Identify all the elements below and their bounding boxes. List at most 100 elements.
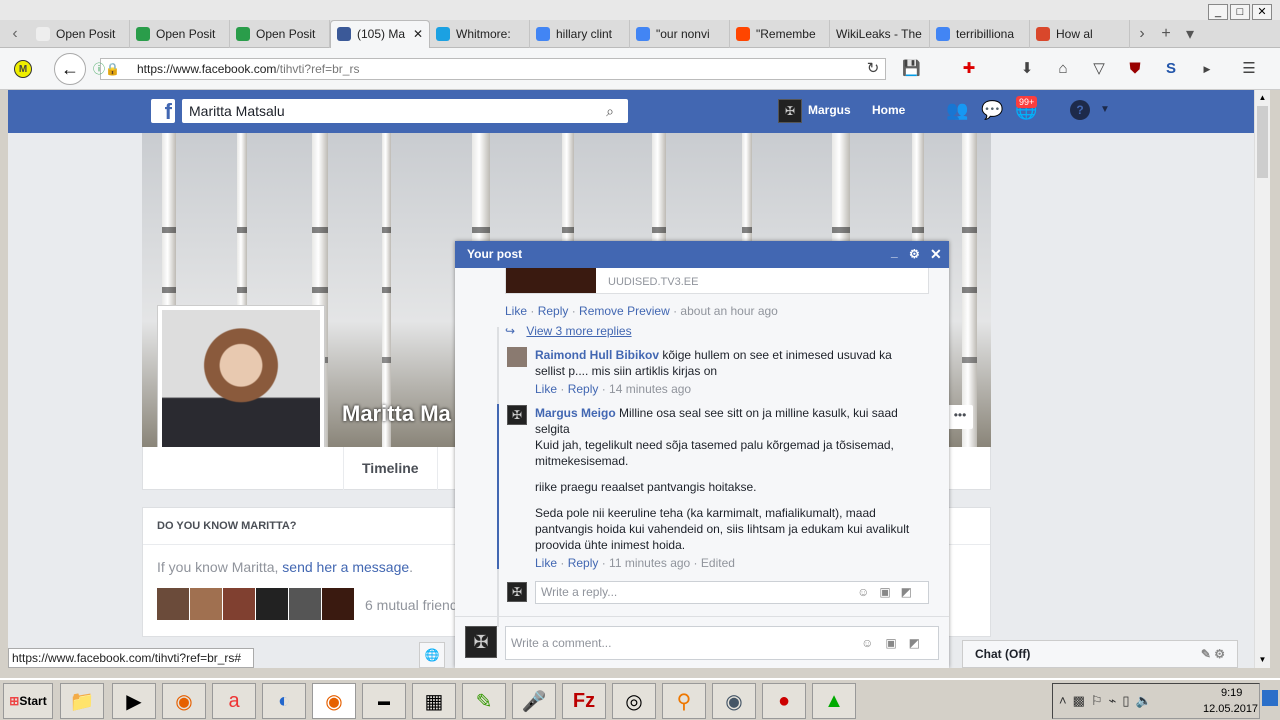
emoji-camera-sticker-icons[interactable]: ☺▣◩	[861, 627, 932, 659]
taskbar-search-app[interactable]: ⚲	[662, 683, 706, 719]
link-preview[interactable]: UUDISED.TV3.EE	[505, 268, 929, 294]
clock-date[interactable]: 12.05.2017	[1203, 703, 1258, 715]
s-extension-icon[interactable]: S	[1162, 60, 1180, 78]
like-link[interactable]: Like	[535, 382, 557, 396]
view-more-replies-link[interactable]: View 3 more replies	[526, 324, 631, 338]
friend-requests-icon[interactable]: 👥	[946, 100, 968, 121]
taskbar-notepad[interactable]: ✎	[462, 683, 506, 719]
search-icon[interactable]: ⌕	[606, 99, 614, 123]
close-tab-icon[interactable]: ✕	[413, 27, 423, 41]
friend-thumb[interactable]	[157, 588, 189, 620]
address-bar[interactable]: ⓘ🔒 https://www.facebook.com/tihvti?ref=br…	[93, 58, 886, 80]
friend-thumb[interactable]	[322, 588, 354, 620]
taskbar-firefox[interactable]: ◉	[162, 683, 206, 719]
taskbar-paint-app[interactable]: ▲	[812, 683, 856, 719]
more-options-button[interactable]: •••	[947, 405, 973, 429]
start-button[interactable]: ⊞ Start	[3, 683, 53, 719]
account-dropdown-icon[interactable]: ▼	[1100, 104, 1110, 115]
reply-link[interactable]: Reply	[568, 556, 599, 570]
save-icon[interactable]: 💾	[902, 60, 921, 78]
chat-sidebar-bar[interactable]: Chat (Off) ✎ ⚙	[962, 640, 1238, 668]
comment-input[interactable]: Write a comment... ☺▣◩	[505, 626, 939, 660]
mutual-friends-count[interactable]: 6 mutual friend	[365, 597, 458, 613]
close-window-button[interactable]: ✕	[1252, 4, 1272, 20]
scroll-tabs-right-icon[interactable]: ›	[1130, 25, 1154, 43]
taskbar-app-pipes[interactable]: ◎	[612, 683, 656, 719]
globe-icon[interactable]: 🌐	[419, 642, 445, 668]
ublock-icon[interactable]: ⛊	[1126, 60, 1144, 78]
like-link[interactable]: Like	[535, 556, 557, 570]
browser-tab[interactable]: Open Posit	[30, 19, 130, 48]
taskbar-record-app[interactable]: ●	[762, 683, 806, 719]
taskbar-filezilla[interactable]: Fz	[562, 683, 606, 719]
tab-label: Open Posit	[56, 26, 116, 41]
youtube-icon[interactable]: ▶	[1198, 60, 1216, 78]
browser-tab[interactable]: "our nonvi	[630, 19, 730, 48]
taskbar-app-a[interactable]: a	[212, 683, 256, 719]
browser-tab[interactable]: Open Posit	[130, 19, 230, 48]
friend-thumb[interactable]	[223, 588, 255, 620]
help-icon[interactable]: ?	[1070, 100, 1090, 120]
clock-time[interactable]: 9:19	[1221, 687, 1242, 699]
taskbar-microphone[interactable]: 🎤	[512, 683, 556, 719]
search-input[interactable]: Maritta Matsalu ⌕	[182, 99, 628, 123]
friend-thumb[interactable]	[289, 588, 321, 620]
menu-icon[interactable]: ☰	[1240, 60, 1258, 78]
emoji-camera-sticker-icons[interactable]: ☺▣◩	[857, 582, 922, 603]
reply-link[interactable]: Reply	[568, 382, 599, 396]
settings-gear-icon[interactable]: ⚙	[909, 241, 920, 268]
user-name-link[interactable]: Margus	[808, 103, 851, 117]
like-link[interactable]: Like	[505, 304, 527, 318]
download-icon[interactable]: ⬇	[1018, 60, 1036, 78]
tab-timeline[interactable]: Timeline	[343, 447, 438, 490]
vertical-scrollbar[interactable]: ▲ ▼	[1254, 90, 1270, 668]
messenger-icon[interactable]: 💬	[981, 100, 1003, 121]
maximize-button[interactable]: □	[1230, 4, 1250, 20]
taskbar-app-swirl[interactable]: ◐	[262, 683, 306, 719]
close-popup-icon[interactable]: ✕	[930, 241, 942, 268]
chat-options-icons[interactable]: ✎ ⚙	[1201, 641, 1225, 667]
taskbar-calculator[interactable]: ▦	[412, 683, 456, 719]
taskbar-media-player[interactable]: ▶	[112, 683, 156, 719]
back-button[interactable]: ←	[54, 53, 86, 85]
taskbar-explorer[interactable]: 📁	[60, 683, 104, 719]
home-link[interactable]: Home	[872, 103, 905, 117]
browser-tab[interactable]: WikiLeaks - The	[830, 19, 930, 48]
comment-author[interactable]: Margus Meigo	[535, 406, 616, 420]
minimize-popup-icon[interactable]: _	[891, 239, 898, 266]
home-icon[interactable]: ⌂	[1054, 60, 1072, 78]
reload-icon[interactable]: ↻	[864, 60, 882, 78]
browser-tab[interactable]: (105) Ma ✕	[330, 19, 430, 48]
facebook-logo-icon[interactable]: f	[151, 99, 175, 124]
reply-input[interactable]: Write a reply... ☺▣◩	[535, 581, 929, 604]
friend-thumb[interactable]	[256, 588, 288, 620]
browser-tab[interactable]: How al	[1030, 19, 1130, 48]
browser-tab[interactable]: "Remembe	[730, 19, 830, 48]
show-desktop-icon[interactable]	[1262, 690, 1278, 706]
friend-thumb[interactable]	[190, 588, 222, 620]
reply-link[interactable]: Reply	[538, 304, 569, 318]
browser-tab[interactable]: hillary clint	[530, 19, 630, 48]
scroll-tabs-left-icon[interactable]: ‹	[0, 25, 30, 43]
taskbar-cmd[interactable]: ▬	[362, 683, 406, 719]
minimize-button[interactable]: _	[1208, 4, 1228, 20]
commenter-avatar[interactable]	[507, 347, 527, 367]
commenter-avatar[interactable]: ✠	[507, 405, 527, 425]
addon-plus-icon[interactable]: ✚	[960, 60, 978, 78]
browser-tab[interactable]: terribilliona	[930, 19, 1030, 48]
taskbar-firefox-active[interactable]: ◉	[312, 683, 356, 719]
tab-list-dropdown-icon[interactable]: ▾	[1178, 24, 1202, 44]
pocket-icon[interactable]: ▽	[1090, 60, 1108, 78]
reddit-icon	[736, 26, 750, 41]
taskbar-eye-app[interactable]: ◉	[712, 683, 756, 719]
remove-preview-link[interactable]: Remove Preview	[579, 304, 670, 318]
browser-tab[interactable]: Whitmore:	[430, 19, 530, 48]
user-avatar[interactable]: ✠	[778, 99, 802, 123]
browser-tab[interactable]: Open Posit	[230, 19, 330, 48]
tab-label: hillary clint	[556, 26, 613, 41]
comment-author[interactable]: Raimond Hull Bibikov	[535, 348, 659, 362]
send-message-link[interactable]: send her a message	[282, 559, 409, 575]
extension-m-icon[interactable]: M	[14, 60, 32, 78]
tray-icons[interactable]: ˄▩⚐⌁▯🔈	[1059, 693, 1158, 709]
new-tab-button[interactable]: +	[1154, 25, 1178, 43]
